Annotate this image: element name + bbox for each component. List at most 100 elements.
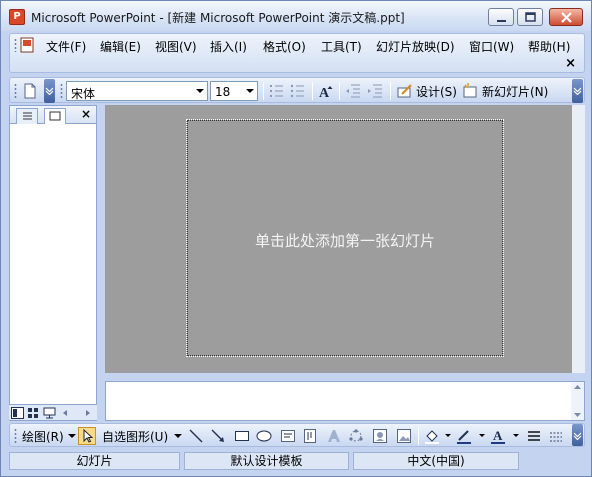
slideshow-view-icon[interactable] — [43, 407, 56, 419]
menu-view[interactable]: 视图(V) — [155, 38, 197, 55]
slide-placeholder-text[interactable]: 单击此处添加第一张幻灯片 — [187, 230, 503, 251]
pane-splitter[interactable] — [105, 373, 585, 381]
font-select[interactable]: 宋体 — [66, 81, 208, 101]
font-color-icon[interactable]: A — [490, 428, 506, 444]
outline-slides-pane: × — [9, 105, 97, 421]
chevron-down-icon[interactable] — [508, 428, 524, 444]
close-button[interactable] — [549, 8, 583, 26]
clip-art-icon[interactable] — [372, 428, 388, 444]
menu-slideshow[interactable]: 幻灯片放映(D) — [376, 38, 455, 55]
title-bar[interactable]: P Microsoft PowerPoint - [新建 Microsoft P… — [1, 1, 591, 31]
draw-menu-button[interactable]: 绘图(R) — [22, 428, 64, 445]
toolbar-separator — [339, 82, 340, 100]
slide-sorter-view-icon[interactable] — [27, 407, 40, 419]
status-slide: 幻灯片 — [9, 452, 180, 470]
autoshapes-menu-button[interactable]: 自选图形(U) — [102, 428, 168, 445]
drawing-toolbar: 绘图(R) 自选图形(U) A — [9, 423, 585, 447]
svg-text:A: A — [493, 428, 503, 443]
new-file-icon[interactable] — [21, 82, 39, 100]
menu-tools[interactable]: 工具(T) — [321, 38, 362, 55]
line-tool-icon[interactable] — [188, 428, 204, 444]
toolbar-options-button[interactable] — [572, 424, 583, 446]
bulleted-list-icon[interactable] — [289, 82, 307, 100]
close-icon — [561, 12, 572, 23]
line-color-icon[interactable] — [456, 428, 472, 444]
design-icon[interactable] — [396, 82, 414, 100]
status-language: 中文(中国) — [353, 452, 519, 470]
font-size-value: 18 — [215, 85, 231, 99]
line-style-icon[interactable] — [526, 428, 542, 444]
font-size-select[interactable]: 18 — [210, 81, 258, 101]
status-design-template[interactable]: 默认设计模板 — [184, 452, 349, 470]
chevron-down-icon[interactable] — [474, 428, 490, 444]
menu-edit[interactable]: 编辑(E) — [100, 38, 141, 55]
numbered-list-icon[interactable] — [268, 82, 286, 100]
chevron-down-icon[interactable] — [440, 428, 456, 444]
dash-style-icon[interactable] — [548, 428, 564, 444]
scroll-right-icon[interactable] — [81, 407, 94, 419]
toolbar-grip[interactable] — [14, 428, 17, 444]
chevron-down-icon[interactable] — [193, 82, 207, 100]
wordart-icon[interactable] — [326, 428, 342, 444]
slide-editing-area[interactable]: 单击此处添加第一张幻灯片 — [105, 105, 585, 373]
vertical-text-box-icon[interactable] — [302, 428, 318, 444]
pane-close-button[interactable]: × — [81, 107, 91, 121]
minimize-button[interactable] — [488, 8, 514, 26]
toolbar-separator — [263, 82, 264, 100]
pane-tabs: × — [10, 106, 96, 124]
menu-file[interactable]: 文件(F) — [46, 38, 86, 55]
oval-tool-icon[interactable] — [256, 428, 272, 444]
diagram-icon[interactable] — [348, 428, 364, 444]
tab-outline[interactable] — [16, 108, 38, 124]
tab-slides[interactable] — [44, 108, 66, 124]
chevron-down-icon — [573, 87, 582, 95]
notes-vertical-scrollbar[interactable] — [571, 382, 584, 420]
decrease-indent-icon[interactable] — [344, 82, 362, 100]
slide-vertical-scrollbar[interactable] — [572, 105, 585, 373]
new-slide-icon[interactable] — [461, 82, 479, 100]
toolbar-separator — [418, 427, 419, 445]
normal-view-icon[interactable] — [11, 407, 24, 419]
scroll-left-icon[interactable] — [59, 407, 72, 419]
chevron-down-icon[interactable] — [170, 428, 186, 444]
design-button[interactable]: 设计(S) — [416, 83, 457, 100]
scroll-arrows-icon — [574, 385, 581, 417]
maximize-button[interactable] — [517, 8, 543, 26]
toolbar-grip[interactable] — [60, 83, 63, 99]
document-close-button[interactable]: × — [565, 56, 576, 71]
maximize-icon — [525, 12, 536, 22]
powerpoint-icon[interactable]: P — [9, 9, 25, 25]
window-title: Microsoft PowerPoint - [新建 Microsoft Pow… — [31, 11, 405, 25]
slide-placeholder[interactable]: 单击此处添加第一张幻灯片 — [186, 119, 504, 357]
toolbar-options-button[interactable] — [572, 79, 583, 103]
view-buttons — [9, 404, 97, 420]
increase-indent-icon[interactable] — [366, 82, 384, 100]
menu-insert[interactable]: 插入(I) — [210, 38, 247, 55]
notes-pane[interactable] — [105, 381, 585, 421]
rectangle-tool-icon[interactable] — [234, 428, 250, 444]
menu-window[interactable]: 窗口(W) — [469, 38, 514, 55]
insert-picture-icon[interactable] — [396, 428, 412, 444]
slides-icon — [49, 111, 61, 121]
chevron-down-icon[interactable] — [243, 82, 257, 100]
new-slide-button[interactable]: 新幻灯片(N) — [482, 83, 548, 100]
fill-color-icon[interactable] — [424, 428, 440, 444]
powerpoint-window: P Microsoft PowerPoint - [新建 Microsoft P… — [0, 0, 592, 477]
document-icon[interactable] — [20, 37, 36, 53]
toolbar-separator — [312, 82, 313, 100]
chevron-down-icon — [45, 87, 54, 95]
chevron-down-icon — [573, 432, 582, 440]
status-bar: 幻灯片 默认设计模板 中文(中国) — [1, 449, 591, 476]
select-objects-icon[interactable] — [78, 427, 96, 445]
increase-font-size-icon[interactable]: A — [317, 82, 335, 100]
outline-icon — [23, 112, 32, 120]
menu-grip[interactable] — [14, 38, 17, 52]
toolbar-options-button[interactable] — [44, 79, 55, 103]
font-value: 宋体 — [71, 87, 96, 101]
minimize-icon — [497, 20, 506, 22]
arrow-tool-icon[interactable] — [210, 428, 226, 444]
menu-help[interactable]: 帮助(H) — [528, 38, 570, 55]
menu-format[interactable]: 格式(O) — [263, 38, 306, 55]
text-box-icon[interactable] — [280, 428, 296, 444]
toolbar-grip[interactable] — [14, 83, 17, 99]
